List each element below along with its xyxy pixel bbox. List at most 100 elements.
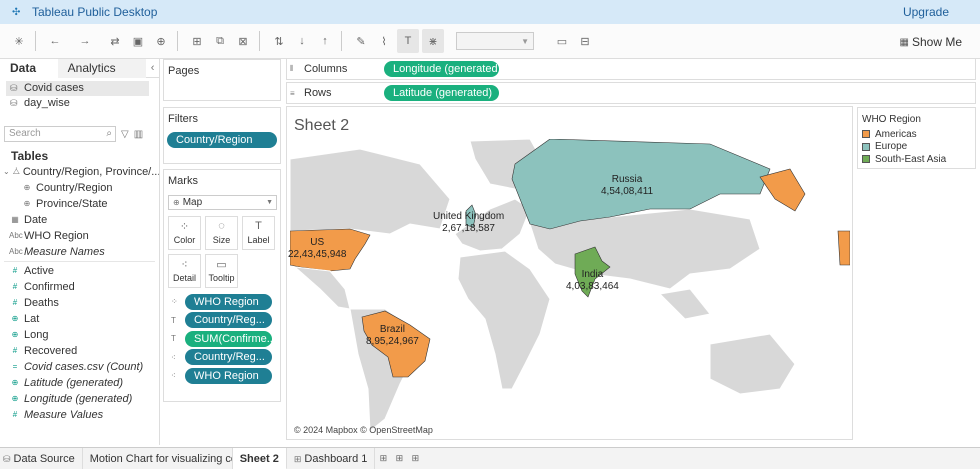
detail-button[interactable]: ⁖ Detail — [168, 254, 201, 288]
toolbar-divider — [259, 31, 260, 51]
field-label: Country/Region, Province/... — [22, 166, 159, 178]
show-me-button[interactable]: ▦ Show Me — [900, 35, 962, 49]
field-lat[interactable]: ⊕ Lat — [0, 311, 159, 327]
view-options-icon[interactable]: ▥ — [134, 129, 143, 140]
field-longitude-generated[interactable]: ⊕ Longitude (generated) — [0, 391, 159, 407]
sort-descending-icon[interactable]: ↑ — [315, 29, 335, 53]
field-measure-values[interactable]: # Measure Values — [0, 407, 159, 423]
sheet-title[interactable]: Sheet 2 — [294, 117, 349, 135]
sort-ascending-icon[interactable]: ↓ — [292, 29, 312, 53]
tab-sheet-2[interactable]: Sheet 2 — [232, 447, 287, 469]
group-icon[interactable]: ⌇ — [374, 29, 394, 53]
swap-icon[interactable]: ⇄ — [105, 29, 125, 53]
field-confirmed[interactable]: # Confirmed — [0, 279, 159, 295]
rows-shelf[interactable]: ≡ Rows Latitude (generated) — [286, 82, 976, 104]
datasource-label: Covid cases — [24, 82, 84, 94]
mark-pill-country-region[interactable]: Country/Reg... — [185, 349, 272, 366]
new-worksheet-icon[interactable]: ⊞ — [375, 453, 391, 464]
mark-pills: ⁘ WHO Region T Country/Reg... T SUM(Confirm… — [164, 293, 280, 385]
device-preview-icon[interactable]: ⊟ — [575, 29, 595, 53]
tableau-icon[interactable]: ✳ — [9, 29, 29, 53]
tab-label: Data Source — [13, 452, 75, 465]
field-latitude-generated[interactable]: ⊕ Latitude (generated) — [0, 375, 159, 391]
new-worksheet-icon[interactable]: ⊞ — [187, 29, 207, 53]
expand-icon[interactable]: ⌄ — [3, 164, 10, 180]
mark-pill-who-region[interactable]: WHO Region — [185, 367, 272, 384]
dashboard-icon: ⊞ — [293, 453, 302, 464]
upgrade-link[interactable]: Upgrade — [903, 5, 949, 19]
collapse-pane-icon[interactable]: ‹ — [146, 59, 159, 77]
fit-dropdown[interactable]: ▼ — [456, 32, 534, 50]
legend-item-south-east-asia[interactable]: South-East Asia — [858, 153, 975, 166]
duplicate-sheet-icon[interactable]: ⧉ — [210, 29, 230, 53]
search-input[interactable]: Search ⌕ — [4, 126, 116, 142]
tooltip-button[interactable]: ▭ Tooltip — [205, 254, 238, 288]
map-view[interactable]: Russia 4,54,08,411 United Kingdom 2,67,1… — [288, 138, 851, 438]
tab-analytics[interactable]: Analytics — [57, 59, 147, 78]
tab-dashboard-1[interactable]: ⊞ Dashboard 1 — [287, 447, 376, 469]
columns-icon: ⦀ — [290, 64, 294, 73]
tab-data-source[interactable]: ⛁ Data Source — [0, 447, 83, 469]
pages-card[interactable]: Pages — [163, 59, 281, 101]
legend-item-americas[interactable]: Americas — [858, 128, 975, 141]
clear-sheet-icon[interactable]: ⊠ — [233, 29, 253, 53]
swap-rows-columns-icon[interactable]: ⇅ — [269, 29, 289, 53]
field-count[interactable]: = Covid cases.csv (Count) — [0, 359, 159, 375]
new-datasource-icon[interactable]: ⊕ — [151, 29, 171, 53]
field-measure-names[interactable]: Abc Measure Names — [0, 244, 159, 260]
field-active[interactable]: # Active — [0, 263, 159, 279]
datasource-covid-cases[interactable]: ⛁ Covid cases — [6, 81, 149, 96]
mark-button-label: Detail — [172, 273, 196, 283]
datasource-icon: ⛁ — [10, 83, 18, 93]
mark-buttons: ⁘ Color ◌ Size T Label ⁖ Detail ▭ Tooltip — [168, 216, 280, 288]
title-bar: ✣ Tableau Public Desktop Upgrade — [0, 0, 980, 24]
map-mark-icon: ⊕ — [173, 198, 180, 207]
field-label: WHO Region — [24, 230, 89, 242]
columns-shelf[interactable]: ⦀ Columns Longitude (generated) — [286, 58, 976, 80]
field-recovered[interactable]: # Recovered — [0, 343, 159, 359]
filters-card[interactable]: Filters Country/Region — [163, 107, 281, 164]
new-story-icon[interactable]: ⊞ — [407, 453, 423, 464]
mark-pill-who-region[interactable]: WHO Region — [185, 293, 272, 310]
label-country: Russia — [611, 174, 643, 185]
measure-icon: = — [12, 362, 18, 371]
highlight-icon[interactable]: ✎ — [351, 29, 371, 53]
datasource-day-wise[interactable]: ⛁ day_wise — [0, 96, 159, 111]
columns-pill-longitude[interactable]: Longitude (generated) — [384, 61, 499, 77]
filter-icon[interactable]: ▽ — [121, 129, 129, 140]
field-deaths[interactable]: # Deaths — [0, 295, 159, 311]
mark-type-dropdown[interactable]: ⊕ Map ▼ — [168, 195, 277, 210]
field-long[interactable]: ⊕ Long — [0, 327, 159, 343]
field-province-state[interactable]: ⊕ Province/State — [0, 196, 159, 212]
tab-motion-chart[interactable]: Motion Chart for visualizing con... — [83, 447, 233, 469]
size-button[interactable]: ◌ Size — [205, 216, 238, 250]
mark-pill-country-region[interactable]: Country/Reg... — [185, 312, 272, 329]
show-labels-icon[interactable]: T — [397, 29, 419, 53]
field-country-region[interactable]: ⊕ Country/Region — [0, 180, 159, 196]
mark-row: T SUM(Confirme... — [171, 330, 280, 348]
label-value: 4,54,08,411 — [601, 186, 654, 197]
new-dashboard-icon[interactable]: ⊞ — [391, 453, 407, 464]
filter-pill-country-region[interactable]: Country/Region — [167, 132, 277, 148]
app-title: Tableau Public Desktop — [32, 5, 158, 19]
fix-axes-icon[interactable]: ⋇ — [422, 29, 444, 53]
geo-measure-icon: ⊕ — [11, 394, 19, 403]
map-attribution[interactable]: © 2024 Mapbox © OpenStreetMap — [294, 425, 433, 435]
tooltip-icon: ▭ — [216, 259, 227, 271]
undo-icon[interactable]: ← — [45, 29, 65, 53]
string-icon: Abc — [9, 231, 23, 240]
field-date[interactable]: ▦ Date — [0, 212, 159, 228]
presentation-icon[interactable]: ▭ — [552, 29, 572, 53]
label-button[interactable]: T Label — [242, 216, 275, 250]
hierarchy-field[interactable]: ⌄ ⧊ Country/Region, Province/... — [0, 164, 159, 180]
color-button[interactable]: ⁘ Color — [168, 216, 201, 250]
legend-item-europe[interactable]: Europe — [858, 141, 975, 154]
field-who-region[interactable]: Abc WHO Region — [0, 228, 159, 244]
label-us: US 22,43,45,948 — [288, 237, 346, 261]
mark-pill-sum-confirmed[interactable]: SUM(Confirme... — [185, 330, 272, 347]
redo-icon[interactable]: → — [75, 29, 95, 53]
rows-pill-latitude[interactable]: Latitude (generated) — [384, 85, 499, 101]
save-icon[interactable]: ▣ — [128, 29, 148, 53]
tab-data[interactable]: Data — [0, 59, 58, 78]
country-us-wrapped[interactable] — [837, 230, 851, 266]
